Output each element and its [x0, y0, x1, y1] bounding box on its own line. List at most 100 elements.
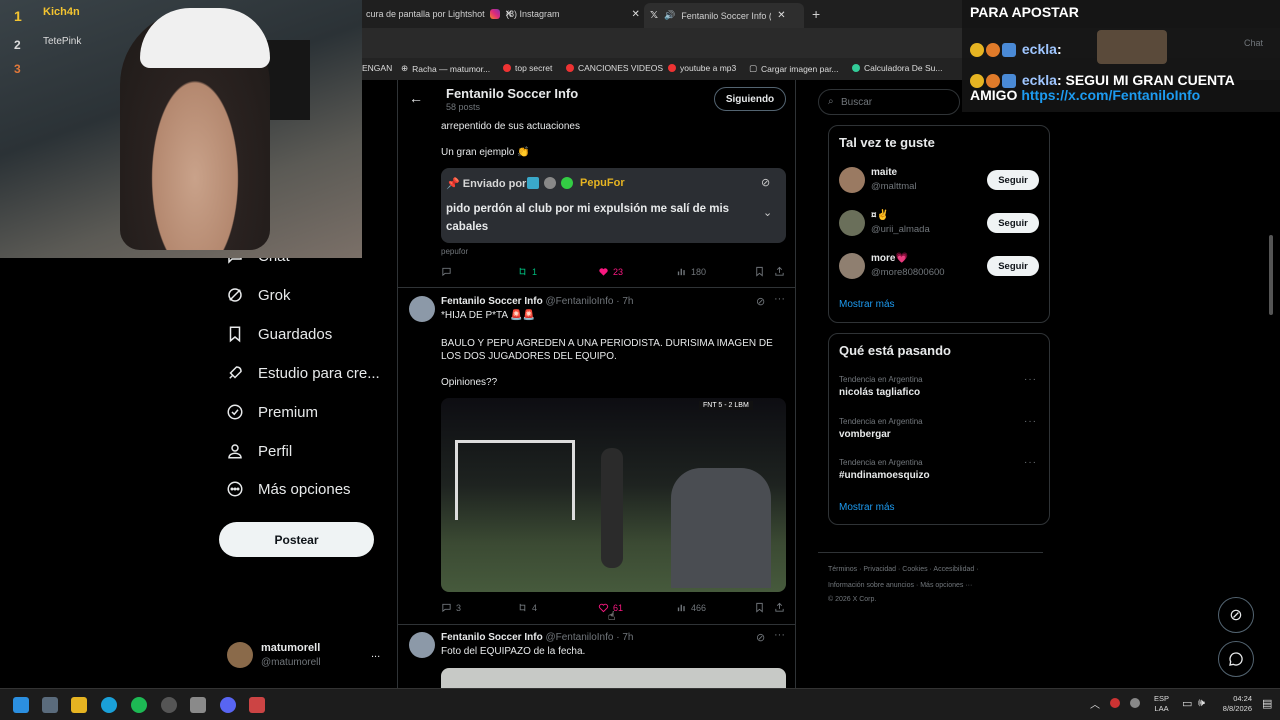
trend-item[interactable]: Tendencia en Argentina nicolás tagliafico [839, 375, 923, 398]
avatar[interactable] [409, 296, 435, 322]
tab-instagram[interactable]: (8) Instagram ✕ [490, 3, 640, 25]
bookmark-item[interactable]: youtube a mp3 [668, 63, 736, 73]
task-view-icon[interactable] [42, 697, 58, 713]
bookmark-button[interactable] [754, 266, 765, 277]
volume-icon[interactable]: 🕪 [1198, 697, 1205, 710]
more-icon[interactable]: ··· [1024, 416, 1037, 427]
bookmark-item[interactable]: CANCIONES VIDEOS [566, 63, 663, 73]
tray-icon[interactable] [1110, 698, 1120, 708]
app-icon[interactable] [190, 697, 206, 713]
following-button[interactable]: Siguiendo [714, 87, 786, 111]
sidebar-item-estudio[interactable]: Estudio para cre... [226, 364, 380, 382]
badge-icon [1002, 74, 1016, 89]
tab-fentanilo[interactable]: 𝕏 🔊 Fentanilo Soccer Info (@Fent ✕ [644, 3, 804, 28]
panda-hat [140, 8, 270, 68]
show-more-link[interactable]: Mostrar más [839, 502, 895, 513]
hide-icon[interactable]: ⊘ [761, 176, 770, 189]
post-image[interactable] [441, 668, 786, 688]
post-header: Fentanilo Soccer Info @FentaniloInfo · 7… [441, 296, 633, 307]
sidebar-item-grok[interactable]: Grok [226, 286, 291, 304]
author-name[interactable]: Fentanilo Soccer Info [441, 296, 543, 307]
bookmark-item[interactable]: ▢ Cargar imagen par... [749, 63, 839, 74]
trend-item[interactable]: Tendencia en Argentina vombergar [839, 417, 923, 440]
edge-icon[interactable] [101, 697, 117, 713]
bookmark-item[interactable]: ENGAN [362, 63, 392, 73]
more-icon[interactable]: ··· [774, 293, 785, 305]
account-more-icon[interactable]: ... [371, 648, 380, 660]
discord-icon[interactable] [220, 697, 236, 713]
author-name[interactable]: Fentanilo Soccer Info [441, 632, 543, 643]
more-icon[interactable]: ··· [1024, 457, 1037, 468]
more-icon[interactable]: ··· [1024, 374, 1037, 385]
avatar[interactable] [839, 210, 865, 236]
follow-button[interactable]: Seguir [987, 170, 1039, 190]
sidebar-item-label: Guardados [258, 325, 333, 343]
views-button[interactable]: 466 [676, 602, 706, 613]
views-button[interactable]: 180 [676, 266, 706, 277]
repost-button[interactable]: 1 [517, 266, 537, 277]
close-icon[interactable]: ✕ [777, 10, 785, 21]
show-more-link[interactable]: Mostrar más [839, 299, 895, 310]
embedded-message[interactable]: 📌 Enviado por PepuFor ⊘ pido perdón al c… [441, 168, 786, 243]
account-handle: @matumorell [261, 657, 321, 668]
sidebar-item-premium[interactable]: Premium [226, 403, 318, 421]
notification-icon[interactable]: ▤ [1262, 697, 1272, 710]
page-title: Fentanilo Soccer Info [446, 86, 579, 101]
like-button[interactable]: 23 [598, 266, 623, 277]
reply-button[interactable] [441, 266, 456, 277]
suggest-name[interactable]: ¤✌️ [871, 210, 889, 221]
sidebar-item-perfil[interactable]: Perfil [226, 442, 292, 460]
share-button[interactable] [774, 602, 785, 613]
messages-float-button[interactable] [1218, 641, 1254, 677]
reply-button[interactable]: 3 [441, 602, 461, 613]
suggest-name[interactable]: maite [871, 167, 897, 178]
chevron-down-icon[interactable]: ⌄ [763, 206, 772, 219]
avatar[interactable] [839, 253, 865, 279]
share-button[interactable] [774, 266, 785, 277]
post-button[interactable]: Postear [219, 522, 374, 557]
bookmark-item[interactable]: Calculadora De Su... [852, 63, 942, 73]
app-icon[interactable] [249, 697, 265, 713]
chat-link[interactable]: https://x.com/FentaniloInfo [1021, 87, 1200, 103]
bookmark-item[interactable]: top secret [503, 63, 552, 73]
bookmark-button[interactable] [754, 602, 765, 613]
avatar[interactable] [227, 642, 253, 668]
grok-icon[interactable]: ⊘ [756, 631, 765, 644]
chevron-up-icon[interactable]: ︿ [1090, 696, 1100, 711]
tray-icon[interactable] [1130, 698, 1140, 708]
close-icon[interactable]: ✕ [632, 9, 640, 20]
like-count: 23 [613, 266, 624, 277]
spotify-icon[interactable] [131, 697, 147, 713]
footer-links[interactable]: Información sobre anuncios · Más opcione… [828, 582, 972, 589]
windows-start-icon[interactable] [13, 697, 29, 713]
follow-button[interactable]: Seguir [987, 213, 1039, 233]
tab-label: cura de pantalla por Lightshot [366, 9, 485, 19]
avatar[interactable] [409, 632, 435, 658]
obs-icon[interactable] [161, 697, 177, 713]
bookmark-item[interactable]: ⊕ Racha — matumor... [401, 63, 490, 74]
clock[interactable]: 04:24 8/8/2026 [1218, 694, 1252, 714]
post-time: · 7h [616, 632, 634, 643]
follow-button[interactable]: Seguir [987, 256, 1039, 276]
grok-icon[interactable]: ⊘ [756, 295, 765, 308]
scrollbar[interactable] [1269, 235, 1273, 315]
suggest-name[interactable]: more💗 [871, 253, 908, 264]
badge-icon [970, 74, 984, 89]
file-explorer-icon[interactable] [71, 697, 87, 713]
post-image[interactable]: FNT 5 - 2 LBM [441, 398, 786, 592]
leaderboard-name: Kich4n [43, 6, 80, 18]
language-indicator[interactable]: ESP LAA [1154, 694, 1169, 714]
footer-links[interactable]: Términos · Privacidad · Cookies · Accesi… [828, 566, 979, 573]
repost-button[interactable]: 4 [517, 602, 537, 613]
sidebar-item-mas-opciones[interactable]: Más opciones [226, 480, 351, 498]
sidebar-item-guardados[interactable]: Guardados [226, 325, 332, 343]
new-tab-button[interactable]: + [812, 3, 820, 25]
back-arrow-icon[interactable]: ← [409, 90, 423, 106]
avatar[interactable] [839, 167, 865, 193]
network-icon[interactable]: ▭ [1182, 697, 1192, 710]
grok-float-button[interactable]: ⊘ [1218, 597, 1254, 633]
more-icon[interactable]: ··· [774, 629, 785, 641]
search-input[interactable]: ⌕ Buscar [818, 89, 960, 115]
trend-item[interactable]: Tendencia en Argentina #undinamoesquizo [839, 458, 930, 481]
views-icon [677, 604, 685, 612]
